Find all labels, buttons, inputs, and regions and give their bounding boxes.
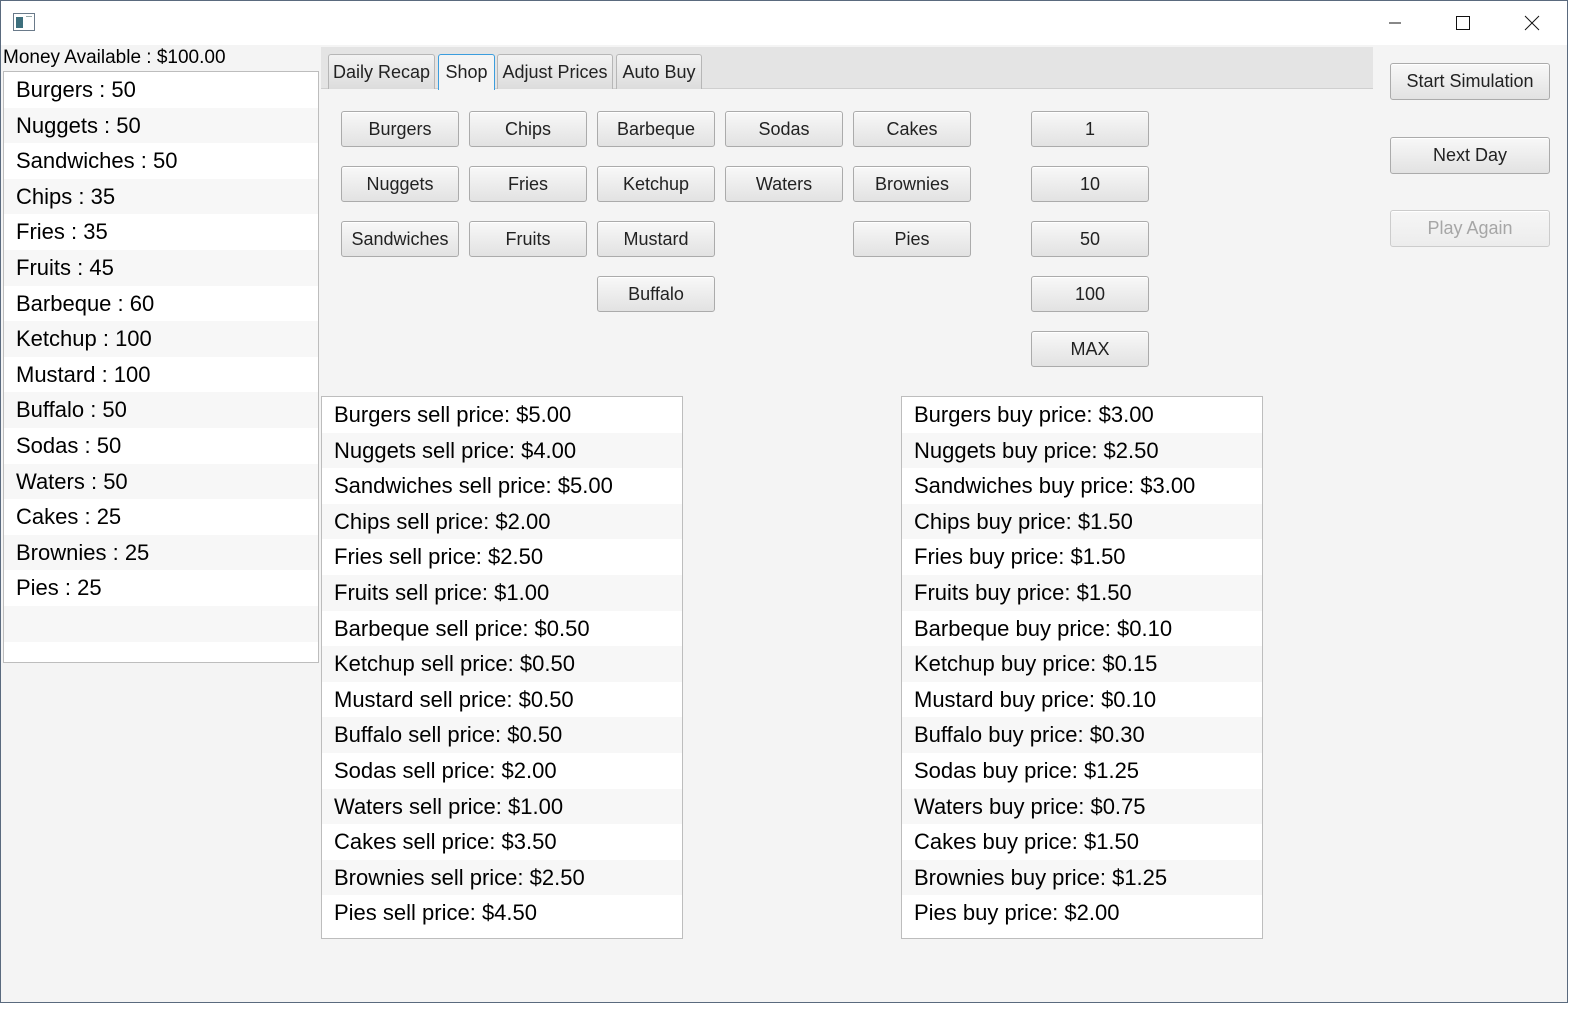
buy-price-item[interactable]: Burgers buy price: $3.00 [902, 397, 1262, 433]
sell-price-item[interactable]: Fruits sell price: $1.00 [322, 574, 682, 611]
sell-price-item[interactable]: Pies sell price: $4.50 [322, 895, 682, 931]
app-icon [13, 13, 35, 31]
inventory-item[interactable]: Fruits : 45 [4, 249, 318, 286]
buy-price-item[interactable]: Waters buy price: $0.75 [902, 788, 1262, 825]
sell-price-item[interactable]: Barbeque sell price: $0.50 [322, 610, 682, 647]
buy-price-item[interactable]: Pies buy price: $2.00 [902, 895, 1262, 931]
sell-price-item[interactable]: Sandwiches sell price: $5.00 [322, 468, 682, 504]
inventory-item[interactable]: Ketchup : 100 [4, 321, 318, 357]
money-available-label: Money Available : $100.00 [3, 47, 226, 68]
tab-shop[interactable]: Shop [438, 54, 495, 90]
buy-waters-button[interactable]: Waters [725, 166, 843, 202]
buy-cakes-button[interactable]: Cakes [853, 111, 971, 147]
buy-price-list[interactable]: Burgers buy price: $3.00 Nuggets buy pri… [901, 396, 1263, 939]
quantity-50-button[interactable]: 50 [1031, 221, 1149, 257]
buy-price-item[interactable]: Barbeque buy price: $0.10 [902, 610, 1262, 647]
sell-price-item[interactable]: Ketchup sell price: $0.50 [322, 646, 682, 682]
tab-bar: Daily Recap Shop Adjust Prices Auto Buy [321, 47, 1373, 90]
buy-sodas-button[interactable]: Sodas [725, 111, 843, 147]
inventory-empty-row [4, 605, 318, 642]
inventory-item[interactable]: Chips : 35 [4, 178, 318, 215]
buy-price-item[interactable]: Brownies buy price: $1.25 [902, 859, 1262, 896]
sell-price-item[interactable]: Buffalo sell price: $0.50 [322, 717, 682, 753]
buy-chips-button[interactable]: Chips [469, 111, 587, 147]
sell-price-item[interactable]: Burgers sell price: $5.00 [322, 397, 682, 433]
sell-price-item[interactable]: Nuggets sell price: $4.00 [322, 432, 682, 469]
maximize-icon[interactable] [1429, 1, 1497, 45]
tab-auto-buy[interactable]: Auto Buy [616, 54, 702, 89]
close-icon[interactable] [1498, 1, 1566, 45]
inventory-item[interactable]: Sodas : 50 [4, 427, 318, 464]
app-window: Money Available : $100.00 Burgers : 50 N… [0, 0, 1568, 1003]
inventory-item[interactable]: Fries : 35 [4, 214, 318, 250]
tab-daily-recap[interactable]: Daily Recap [328, 54, 435, 89]
quantity-10-button[interactable]: 10 [1031, 166, 1149, 202]
buy-price-item[interactable]: Buffalo buy price: $0.30 [902, 717, 1262, 753]
inventory-item[interactable]: Brownies : 25 [4, 534, 318, 571]
sell-price-item[interactable]: Fries sell price: $2.50 [322, 539, 682, 575]
inventory-item[interactable]: Barbeque : 60 [4, 285, 318, 322]
buy-price-item[interactable]: Nuggets buy price: $2.50 [902, 432, 1262, 469]
buy-nuggets-button[interactable]: Nuggets [341, 166, 459, 202]
buy-price-item[interactable]: Fruits buy price: $1.50 [902, 574, 1262, 611]
inventory-item[interactable]: Mustard : 100 [4, 356, 318, 393]
buy-barbeque-button[interactable]: Barbeque [597, 111, 715, 147]
buy-burgers-button[interactable]: Burgers [341, 111, 459, 147]
buy-buffalo-button[interactable]: Buffalo [597, 276, 715, 312]
quantity-100-button[interactable]: 100 [1031, 276, 1149, 312]
buy-price-item[interactable]: Sandwiches buy price: $3.00 [902, 468, 1262, 504]
buy-price-item[interactable]: Mustard buy price: $0.10 [902, 681, 1262, 718]
sell-price-list[interactable]: Burgers sell price: $5.00 Nuggets sell p… [321, 396, 683, 939]
inventory-item[interactable]: Sandwiches : 50 [4, 143, 318, 179]
buy-ketchup-button[interactable]: Ketchup [597, 166, 715, 202]
inventory-item[interactable]: Buffalo : 50 [4, 392, 318, 428]
quantity-1-button[interactable]: 1 [1031, 111, 1149, 147]
inventory-item[interactable]: Cakes : 25 [4, 499, 318, 535]
buy-price-item[interactable]: Ketchup buy price: $0.15 [902, 646, 1262, 682]
quantity-max-button[interactable]: MAX [1031, 331, 1149, 367]
buy-price-item[interactable]: Fries buy price: $1.50 [902, 539, 1262, 575]
buy-mustard-button[interactable]: Mustard [597, 221, 715, 257]
next-day-button[interactable]: Next Day [1390, 137, 1550, 174]
inventory-list[interactable]: Burgers : 50 Nuggets : 50 Sandwiches : 5… [3, 71, 319, 663]
inventory-item[interactable]: Waters : 50 [4, 463, 318, 500]
sell-price-item[interactable]: Brownies sell price: $2.50 [322, 859, 682, 896]
buy-fries-button[interactable]: Fries [469, 166, 587, 202]
buy-price-item[interactable]: Sodas buy price: $1.25 [902, 752, 1262, 789]
inventory-item[interactable]: Nuggets : 50 [4, 107, 318, 144]
sell-price-item[interactable]: Cakes sell price: $3.50 [322, 824, 682, 860]
minimize-icon[interactable] [1361, 1, 1429, 45]
inventory-item[interactable]: Pies : 25 [4, 570, 318, 606]
start-simulation-button[interactable]: Start Simulation [1390, 63, 1550, 100]
play-again-button[interactable]: Play Again [1390, 210, 1550, 247]
sell-price-item[interactable]: Mustard sell price: $0.50 [322, 681, 682, 718]
buy-price-item[interactable]: Cakes buy price: $1.50 [902, 824, 1262, 860]
title-bar [1, 1, 1567, 45]
buy-brownies-button[interactable]: Brownies [853, 166, 971, 202]
tab-adjust-prices[interactable]: Adjust Prices [497, 54, 613, 89]
buy-price-item[interactable]: Chips buy price: $1.50 [902, 503, 1262, 540]
buy-pies-button[interactable]: Pies [853, 221, 971, 257]
buy-sandwiches-button[interactable]: Sandwiches [341, 221, 459, 257]
inventory-item[interactable]: Burgers : 50 [4, 72, 318, 108]
buy-fruits-button[interactable]: Fruits [469, 221, 587, 257]
sell-price-item[interactable]: Waters sell price: $1.00 [322, 788, 682, 825]
sell-price-item[interactable]: Chips sell price: $2.00 [322, 503, 682, 540]
sell-price-item[interactable]: Sodas sell price: $2.00 [322, 752, 682, 789]
